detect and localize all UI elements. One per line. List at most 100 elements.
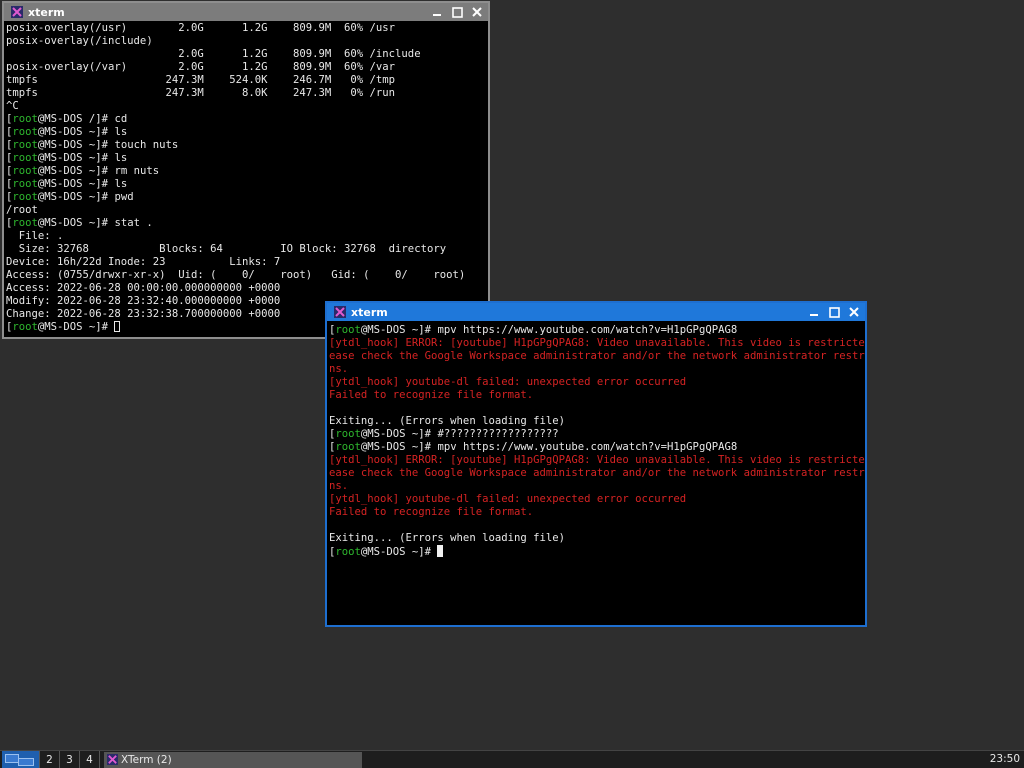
- error-text: ease check the Google Workspace administ…: [329, 467, 865, 479]
- terminal-line: ease check the Google Workspace administ…: [329, 467, 865, 480]
- prompt-user: root: [335, 546, 361, 558]
- terminal-line: [ytdl_hook] youtube-dl failed: unexpecte…: [329, 376, 863, 389]
- minimize-icon[interactable]: [807, 305, 821, 319]
- terminal-line: [root@MS-DOS ~]# ls: [6, 178, 486, 191]
- terminal-text: @MS-DOS ~]# rm nuts: [37, 165, 160, 177]
- terminal-text: Access: 2022-06-28 00:00:00.000000000 +0…: [6, 282, 281, 294]
- terminal-text: /root: [6, 204, 38, 216]
- terminal-line: [root@MS-DOS ~]# pwd: [6, 191, 486, 204]
- taskbar-task-xterm[interactable]: XTerm (2): [104, 751, 362, 768]
- window-title: xterm: [351, 305, 388, 319]
- error-text: [ytdl_hook] ERROR: [youtube] H1pGPgQPAG8…: [329, 454, 865, 466]
- prompt-user: root: [12, 321, 38, 333]
- terminal-line: [root@MS-DOS /]# cd: [6, 113, 486, 126]
- terminal-line: [root@MS-DOS ~]# mpv https://www.youtube…: [329, 324, 863, 337]
- terminal-text: @MS-DOS ~]# pwd: [37, 191, 134, 203]
- desktop-pager: 2 3 4: [2, 751, 100, 768]
- terminal-text: @MS-DOS /]# cd: [37, 113, 128, 125]
- maximize-icon[interactable]: [827, 305, 841, 319]
- close-icon[interactable]: [847, 305, 861, 319]
- terminal-text: Exiting... (Errors when loading file): [329, 532, 565, 544]
- clock: 23:50: [989, 753, 1020, 765]
- terminal-line: tmpfs 247.3M 524.0K 246.7M 0% /tmp: [6, 74, 486, 87]
- terminal-line: [ytdl_hook] youtube-dl failed: unexpecte…: [329, 493, 863, 506]
- terminal-line: [root@MS-DOS ~]#: [329, 545, 863, 558]
- terminal-text: 2.0G 1.2G 809.9M 60% /include: [6, 48, 421, 60]
- terminal-text: @MS-DOS ~]# ls: [37, 178, 128, 190]
- prompt-user: root: [12, 152, 38, 164]
- terminal-text: @MS-DOS ~]# touch nuts: [37, 139, 179, 151]
- error-text: [ytdl_hook] youtube-dl failed: unexpecte…: [329, 493, 687, 505]
- terminal-line: posix-overlay(/include): [6, 35, 486, 48]
- prompt-user: root: [12, 217, 38, 229]
- desktop-3[interactable]: 3: [60, 751, 80, 768]
- prompt-user: root: [12, 139, 38, 151]
- error-text: Failed to recognize file format.: [329, 389, 534, 401]
- terminal-line: File: .: [6, 230, 486, 243]
- prompt-user: root: [12, 165, 38, 177]
- terminal-line: Size: 32768 Blocks: 64 IO Block: 32768 d…: [6, 243, 486, 256]
- terminal-output[interactable]: posix-overlay(/usr) 2.0G 1.2G 809.9M 60%…: [4, 21, 488, 335]
- terminal-line: [ytdl_hook] ERROR: [youtube] H1pGPgQPAG8…: [329, 454, 865, 467]
- terminal-text: File: .: [6, 230, 64, 242]
- terminal-line: ^C: [6, 100, 486, 113]
- error-text: ns.: [329, 480, 349, 492]
- terminal-text: tmpfs 247.3M 524.0K 246.7M 0% /tmp: [6, 74, 396, 86]
- terminal-text: @MS-DOS ~]#: [37, 321, 115, 333]
- error-text: ease check the Google Workspace administ…: [329, 350, 865, 362]
- terminal-text: Modify: 2022-06-28 23:32:40.000000000 +0…: [6, 295, 281, 307]
- terminal-line: /root: [6, 204, 486, 217]
- terminal-line: Access: (0755/drwxr-xr-x) Uid: ( 0/ root…: [6, 269, 486, 282]
- error-text: [ytdl_hook] youtube-dl failed: unexpecte…: [329, 376, 687, 388]
- terminal-line: Failed to recognize file format.: [329, 389, 863, 402]
- xterm-window-active[interactable]: xterm [root@MS-DOS ~]# mpv https://www.y…: [325, 301, 867, 627]
- terminal-text: posix-overlay(/var) 2.0G 1.2G 809.9M 60%…: [6, 61, 396, 73]
- terminal-line: Device: 16h/22d Inode: 23 Links: 7: [6, 256, 486, 269]
- pager-window-thumb: [5, 754, 19, 763]
- error-text: Failed to recognize file format.: [329, 506, 534, 518]
- terminal-line: Access: 2022-06-28 00:00:00.000000000 +0…: [6, 282, 486, 295]
- xterm-x-icon: [333, 305, 347, 319]
- minimize-icon[interactable]: [430, 5, 444, 19]
- terminal-text: @MS-DOS ~]# ls: [37, 152, 128, 164]
- xterm-x-icon: [106, 754, 118, 766]
- terminal-text: Access: (0755/drwxr-xr-x) Uid: ( 0/ root…: [6, 269, 466, 281]
- desktop-4[interactable]: 4: [80, 751, 100, 768]
- terminal-text: @MS-DOS ~]# stat .: [37, 217, 153, 229]
- terminal-line: Failed to recognize file format.: [329, 506, 863, 519]
- terminal-text: @MS-DOS ~]# mpv https://www.youtube.com/…: [360, 324, 738, 336]
- close-icon[interactable]: [470, 5, 484, 19]
- terminal-line: posix-overlay(/usr) 2.0G 1.2G 809.9M 60%…: [6, 22, 486, 35]
- terminal-text: Size: 32768 Blocks: 64 IO Block: 32768 d…: [6, 243, 447, 255]
- terminal-text: @MS-DOS ~]# #??????????????????: [360, 428, 559, 440]
- error-text: ns.: [329, 363, 349, 375]
- prompt-user: root: [12, 113, 38, 125]
- terminal-text: @MS-DOS ~]# ls: [37, 126, 128, 138]
- terminal-line: [root@MS-DOS ~]# stat .: [6, 217, 486, 230]
- prompt-user: root: [12, 178, 38, 190]
- desktop-2[interactable]: 2: [40, 751, 60, 768]
- maximize-icon[interactable]: [450, 5, 464, 19]
- terminal-text: Exiting... (Errors when loading file): [329, 415, 565, 427]
- terminal-line: posix-overlay(/var) 2.0G 1.2G 809.9M 60%…: [6, 61, 486, 74]
- terminal-text: @MS-DOS ~]# mpv https://www.youtube.com/…: [360, 441, 738, 453]
- terminal-line: ns.: [329, 363, 863, 376]
- text-cursor: [437, 545, 444, 557]
- terminal-line: ns.: [329, 480, 863, 493]
- terminal-line: Exiting... (Errors when loading file): [329, 415, 863, 428]
- terminal-line: tmpfs 247.3M 8.0K 247.3M 0% /run: [6, 87, 486, 100]
- pager-window-thumb: [18, 758, 34, 766]
- titlebar[interactable]: xterm: [4, 3, 488, 21]
- prompt-user: root: [12, 191, 38, 203]
- taskbar: 2 3 4 XTerm (2) 23:50: [0, 750, 1024, 768]
- terminal-text: posix-overlay(/include): [6, 35, 153, 47]
- terminal-text: @MS-DOS ~]#: [360, 546, 438, 558]
- xterm-x-icon: [10, 5, 24, 19]
- titlebar[interactable]: xterm: [327, 303, 865, 321]
- prompt-user: root: [335, 324, 361, 336]
- terminal-line: ease check the Google Workspace administ…: [329, 350, 865, 363]
- desktop-1[interactable]: [2, 751, 40, 768]
- xterm-window-inactive[interactable]: xterm posix-overlay(/usr) 2.0G 1.2G 809.…: [2, 1, 490, 339]
- terminal-output[interactable]: [root@MS-DOS ~]# mpv https://www.youtube…: [327, 321, 865, 625]
